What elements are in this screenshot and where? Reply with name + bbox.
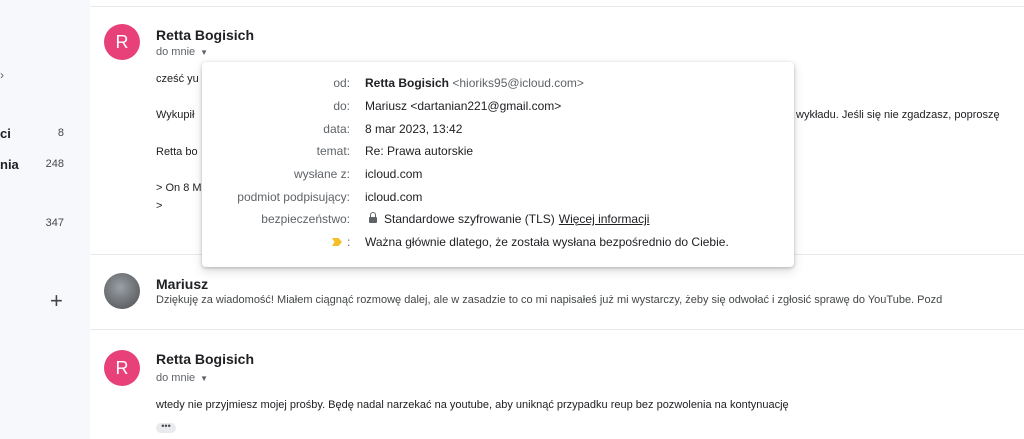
more-info-link[interactable]: Więcej informacji [559, 212, 650, 226]
sidebar-item-count: 347 [45, 217, 64, 229]
caret-down-icon: ▼ [200, 48, 209, 57]
detail-row-security: bezpieczeństwo: Standardowe szyfrowanie … [202, 212, 794, 232]
body-line-continued: wykładu. Jeśli się nie zgadzasz, poprosz… [796, 109, 1000, 121]
recipient-label: do mnie [156, 372, 196, 384]
sidebar-item-count: 8 [57, 127, 64, 139]
avatar[interactable]: R [104, 24, 140, 60]
add-label-icon[interactable]: + [50, 290, 63, 312]
avatar-letter: R [115, 357, 129, 378]
sidebar: › ci 8 nia 248 347 + [0, 0, 88, 439]
message-snippet[interactable]: Dziękuję za wiadomość! Miałem ciągnąć ro… [156, 294, 942, 306]
detail-value: Mariusz <dartanian221@gmail.com> [365, 99, 562, 113]
detail-label: do: [333, 99, 350, 113]
detail-label: temat: [316, 144, 350, 158]
recipient-toggle[interactable]: do mnie ▼ [156, 46, 208, 58]
divider [90, 6, 1024, 7]
detail-value: icloud.com [365, 190, 423, 204]
show-trimmed-content-button[interactable]: ••• [156, 422, 176, 433]
detail-label: od: [333, 76, 350, 90]
detail-label: podmiot podpisujący: [237, 190, 350, 204]
detail-value: 8 mar 2023, 13:42 [365, 122, 463, 136]
detail-row-mailed-by: wysłane z: icloud.com [202, 167, 794, 187]
detail-value: Standardowe szyfrowanie (TLS) Więcej info… [369, 212, 649, 226]
message-body: wtedy nie przyjmiesz mojej prośby. Będę … [156, 399, 789, 411]
sidebar-item-count: 248 [45, 158, 64, 170]
body-line: > On 8 M [156, 182, 202, 194]
detail-value: Re: Prawa autorskie [365, 144, 474, 158]
sidebar-item[interactable]: nia [0, 157, 19, 172]
caret-down-icon: ▼ [200, 374, 209, 383]
sender-name[interactable]: Retta Bogisich [156, 351, 254, 367]
detail-row-importance: : Ważna głównie dlatego, że została wysł… [202, 235, 794, 255]
message-details-popup: od: Retta Bogisich <hioriks95@icloud.com… [202, 62, 794, 267]
detail-label: bezpieczeństwo: [261, 212, 350, 226]
divider [90, 329, 1024, 330]
importance-marker-icon [332, 238, 342, 246]
detail-row-signed-by: podmiot podpisujący: icloud.com [202, 190, 794, 210]
from-name: Retta Bogisich [365, 76, 450, 90]
detail-row-to: do: Mariusz <dartanian221@gmail.com> [202, 99, 794, 119]
body-line: Wykupił [156, 109, 195, 121]
detail-row-date: data: 8 mar 2023, 13:42 [202, 122, 794, 142]
recipient-toggle[interactable]: do mnie ▼ [156, 372, 208, 384]
body-line: cześć yu [156, 73, 199, 85]
expand-arrow-icon[interactable]: › [0, 68, 4, 82]
avatar[interactable] [104, 273, 140, 309]
sidebar-item[interactable]: ci [0, 126, 11, 141]
detail-row-subject: temat: Re: Prawa autorskie [202, 144, 794, 164]
detail-row-from: od: Retta Bogisich <hioriks95@icloud.com… [202, 76, 794, 96]
from-email: <hioriks95@icloud.com> [452, 76, 584, 90]
security-value: Standardowe szyfrowanie (TLS) [384, 212, 555, 226]
sender-name[interactable]: Retta Bogisich [156, 27, 254, 43]
lock-icon [369, 212, 377, 223]
detail-label: wysłane z: [293, 167, 350, 181]
detail-value: icloud.com [365, 167, 423, 181]
importance-colon: : [347, 235, 351, 249]
sender-name[interactable]: Mariusz [156, 276, 208, 292]
body-line: Retta bo [156, 146, 198, 158]
sidebar-item-label: nia [0, 157, 19, 172]
detail-value: Ważna głównie dlatego, że została wysłan… [365, 235, 729, 249]
avatar-letter: R [115, 31, 129, 52]
sidebar-item-label: ci [0, 126, 11, 141]
detail-label: data: [323, 122, 350, 136]
detail-value: Retta Bogisich <hioriks95@icloud.com> [365, 76, 584, 90]
avatar[interactable]: R [104, 350, 140, 386]
recipient-label: do mnie [156, 46, 196, 58]
body-line: > [156, 200, 163, 212]
